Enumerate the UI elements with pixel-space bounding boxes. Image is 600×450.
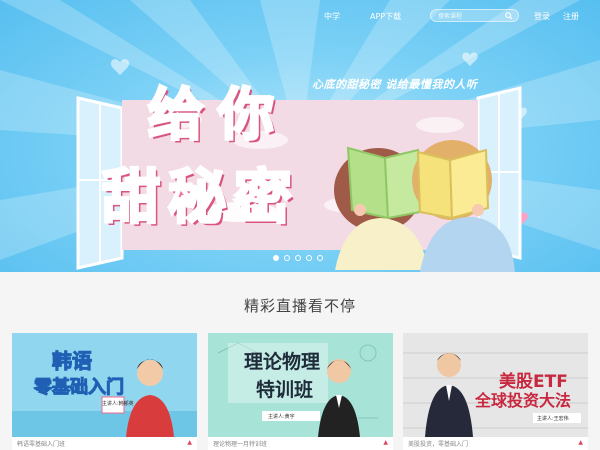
course-thumbnail[interactable]: 韩语 零基础入门 主讲人:韩郁英: [12, 333, 197, 437]
top-nav: 中学 APP下载 登录 注册: [0, 0, 600, 34]
carousel-dot-2[interactable]: [284, 255, 290, 261]
live-icon: ▲: [578, 439, 583, 446]
carousel-dot-4[interactable]: [306, 255, 312, 261]
hero-banner[interactable]: 心底的甜秘密 说给最懂我的人听 给你 甜秘密: [0, 0, 600, 272]
carousel-dot-1[interactable]: [273, 255, 279, 261]
course-thumbnail[interactable]: 理论物理 特训班 主讲人:黄宇: [208, 333, 393, 437]
search-box[interactable]: [430, 9, 519, 22]
banner-title-line2: 甜秘密: [100, 162, 301, 233]
banner-slogan: 心底的甜秘密 说给最懂我的人听: [312, 78, 478, 91]
live-course-list: 韩语 零基础入门 主讲人:韩郁英 韩语零基础入门班 ▲ 理论物理 特训班 主讲人…: [12, 333, 588, 450]
login-link[interactable]: 登录: [534, 11, 550, 22]
course-card[interactable]: 理论物理 特训班 主讲人:黄宇 理论物理一月特训班 ▲: [208, 333, 393, 450]
thumb-title-2: 特训班: [256, 379, 314, 401]
search-input[interactable]: [438, 11, 506, 21]
thumb-title-2: 全球投资大法: [475, 391, 572, 410]
search-icon[interactable]: [505, 12, 513, 20]
carousel-dots: [273, 255, 323, 261]
course-thumbnail[interactable]: 美股ETF 全球投资大法 主讲人:王宏伟: [403, 333, 588, 437]
thumb-tag: 主讲人:黄宇: [268, 414, 295, 420]
course-caption[interactable]: 理论物理一月特训班: [213, 439, 267, 448]
carousel-dot-5[interactable]: [317, 255, 323, 261]
course-card[interactable]: 韩语 零基础入门 主讲人:韩郁英 韩语零基础入门班 ▲: [12, 333, 197, 450]
course-caption[interactable]: 韩语零基础入门班: [17, 439, 65, 448]
live-icon: ▲: [187, 439, 192, 446]
carousel-dot-3[interactable]: [295, 255, 301, 261]
thumb-title-1: 理论物理: [244, 351, 321, 373]
nav-link-app-download[interactable]: APP下载: [370, 11, 401, 22]
register-link[interactable]: 注册: [563, 11, 579, 22]
thumb-tag: 主讲人:王宏伟: [537, 416, 569, 422]
course-card[interactable]: 美股ETF 全球投资大法 主讲人:王宏伟 美股投资，零基础入门 ▲: [403, 333, 588, 450]
thumb-title-1: 韩语: [52, 349, 93, 374]
live-icon: ▲: [383, 439, 388, 446]
section-title: 精彩直播看不停: [243, 297, 356, 315]
nav-link-middle-school[interactable]: 中学: [324, 11, 340, 22]
thumb-title-2: 零基础入门: [34, 377, 125, 399]
course-caption[interactable]: 美股投资，零基础入门: [408, 439, 468, 448]
banner-title-line1: 给你: [147, 82, 288, 150]
thumb-tag: 主讲人:韩郁英: [102, 401, 134, 407]
